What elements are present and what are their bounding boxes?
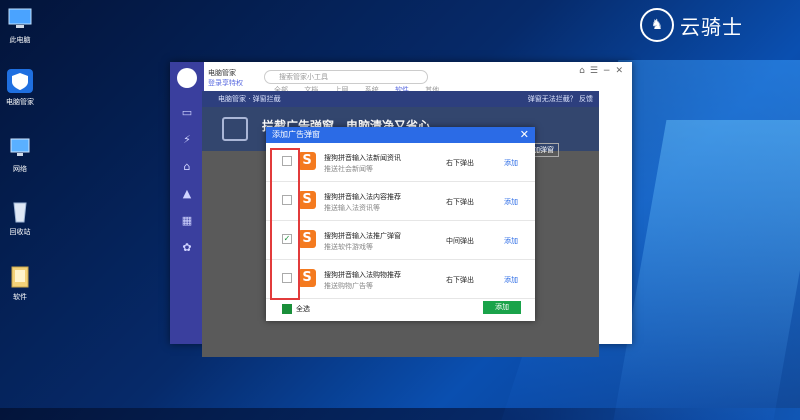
add-button[interactable]: 添加: [483, 301, 521, 314]
desktop-icon-pc-manager[interactable]: 电脑管家: [2, 68, 38, 107]
item-desc: 推送购物广告等: [324, 282, 373, 290]
desktop-icon-label: 电脑管家: [6, 98, 34, 106]
select-all-label: 全选: [296, 305, 310, 313]
list-item: ✓ S 搜狗拼音输入法推广弹窗 推送软件游戏等 中间弹出 添加: [266, 221, 535, 260]
desktop-icon-recycle-bin[interactable]: 回收站: [2, 198, 38, 237]
item-desc: 推送输入法资讯等: [324, 204, 380, 212]
item-popup-type: 中间弹出: [446, 237, 474, 245]
window-icon: [222, 117, 248, 141]
sogou-logo-icon: S: [298, 269, 316, 287]
speed-icon[interactable]: ⚡: [180, 133, 194, 147]
close-icon[interactable]: ✕: [520, 127, 529, 143]
search-input[interactable]: 搜索管家小工具: [264, 70, 428, 84]
recycle-bin-icon: [6, 198, 34, 224]
folder-icon: [6, 263, 34, 289]
broom-icon[interactable]: ⌂: [180, 160, 194, 174]
popup-manager-title: 电脑管家 · 弹窗拦截: [218, 95, 281, 103]
item-name: 搜狗拼音输入法内容推荐: [324, 193, 401, 201]
app-header: 电脑管家 登录享特权 搜索管家小工具 全部 文档 上网 系统 软件 其他 ⌂☰−…: [204, 62, 632, 94]
list-item: S 搜狗拼音输入法内容推荐 推送输入法资讯等 右下弹出 添加: [266, 182, 535, 221]
add-link[interactable]: 添加: [504, 275, 518, 285]
desktop-icon-network[interactable]: 网络: [2, 135, 38, 174]
item-name: 搜狗拼音输入法新闻资讯: [324, 154, 401, 162]
knight-logo-icon: ♞: [640, 8, 674, 42]
dialog-header: 添加广告弹窗 ✕: [266, 127, 535, 143]
computer-icon: [6, 6, 34, 32]
add-link[interactable]: 添加: [504, 158, 518, 168]
desktop-icon-label: 此电脑: [9, 36, 31, 44]
window-controls[interactable]: ⌂☰−✕: [579, 66, 628, 76]
settings-icon[interactable]: ✿: [180, 241, 194, 255]
network-icon: [6, 135, 34, 161]
feedback-link[interactable]: 弹窗无法拦截？ 反馈: [528, 91, 593, 107]
popup-manager-titlebar: 电脑管家 · 弹窗拦截 弹窗无法拦截？ 反馈: [202, 91, 599, 107]
item-popup-type: 右下弹出: [446, 159, 474, 167]
item-desc: 推送软件游戏等: [324, 243, 373, 251]
item-name: 搜狗拼音输入法购物推荐: [324, 271, 401, 279]
list-item: S 搜狗拼音输入法新闻资讯 推送社会新闻等 右下弹出 添加: [266, 143, 535, 182]
highlight-box: [270, 148, 300, 300]
desktop-icon-label: 软件: [13, 293, 27, 301]
toolbox-icon[interactable]: ▦: [180, 214, 194, 228]
app-sidebar: ▭ ⚡ ⌂ ▲ ▦ ✿: [170, 62, 204, 344]
item-popup-type: 右下弹出: [446, 198, 474, 206]
item-name: 搜狗拼音输入法推广弹窗: [324, 232, 401, 240]
rocket-icon[interactable]: ▲: [180, 187, 194, 201]
add-link[interactable]: 添加: [504, 236, 518, 246]
brand-text: 云骑士: [680, 14, 743, 39]
sogou-logo-icon: S: [298, 230, 316, 248]
sogou-logo-icon: S: [298, 152, 316, 170]
desktop-icon-label: 网络: [13, 165, 27, 173]
desktop-icon-label: 回收站: [9, 228, 31, 236]
select-all-checkbox[interactable]: [282, 304, 292, 314]
avatar[interactable]: [177, 68, 197, 88]
item-desc: 推送社会新闻等: [324, 165, 373, 173]
desktop-icon-this-pc[interactable]: 此电脑: [2, 6, 38, 45]
dialog-footer: 全选 添加: [266, 293, 535, 321]
desktop-icon-software-folder[interactable]: 软件: [2, 263, 38, 302]
add-popup-dialog: 添加广告弹窗 ✕ S 搜狗拼音输入法新闻资讯 推送社会新闻等 右下弹出 添加 S…: [266, 127, 535, 321]
login-link[interactable]: 登录享特权: [208, 78, 243, 88]
monitor-icon[interactable]: ▭: [180, 106, 194, 120]
brand-watermark: ♞ 云骑士: [640, 8, 743, 42]
item-popup-type: 右下弹出: [446, 276, 474, 284]
shield-icon: [6, 68, 34, 94]
add-link[interactable]: 添加: [504, 197, 518, 207]
sogou-logo-icon: S: [298, 191, 316, 209]
app-title: 电脑管家: [208, 69, 236, 77]
dialog-title: 添加广告弹窗: [272, 130, 320, 139]
